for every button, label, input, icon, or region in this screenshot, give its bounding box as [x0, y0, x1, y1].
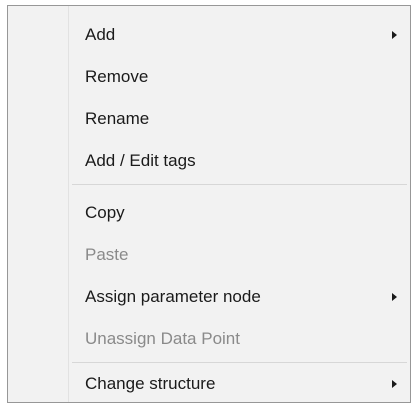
menu-item-label: Rename — [85, 109, 150, 128]
submenu-arrow-icon — [392, 380, 397, 388]
menu-item-remove[interactable]: Remove — [8, 57, 410, 97]
submenu-arrow-icon — [392, 31, 397, 39]
menu-item-change-structure[interactable]: Change structure — [8, 364, 410, 404]
menu-item-label: Assign parameter node — [85, 287, 261, 306]
menu-item-paste: Paste — [8, 235, 410, 275]
menu-item-label: Copy — [85, 203, 125, 222]
menu-separator — [72, 362, 407, 363]
menu-item-label: Change structure — [85, 374, 216, 393]
menu-item-add-edit-tags[interactable]: Add / Edit tags — [8, 141, 410, 181]
submenu-arrow-icon — [392, 293, 397, 301]
menu-item-label: Unassign Data Point — [85, 329, 240, 348]
menu-item-unassign-data-point: Unassign Data Point — [8, 319, 410, 359]
menu-item-label: Add / Edit tags — [85, 151, 196, 170]
menu-separator — [72, 184, 407, 185]
menu-item-label: Add — [85, 25, 116, 44]
menu-item-assign-parameter-node[interactable]: Assign parameter node — [8, 277, 410, 317]
menu-item-label: Remove — [85, 67, 149, 86]
menu-item-copy[interactable]: Copy — [8, 193, 410, 233]
menu-item-label: Paste — [85, 245, 129, 264]
context-menu: Add Remove Rename Add / Edit tags Copy P… — [7, 5, 411, 403]
menu-item-add[interactable]: Add — [8, 15, 410, 55]
menu-item-rename[interactable]: Rename — [8, 99, 410, 139]
